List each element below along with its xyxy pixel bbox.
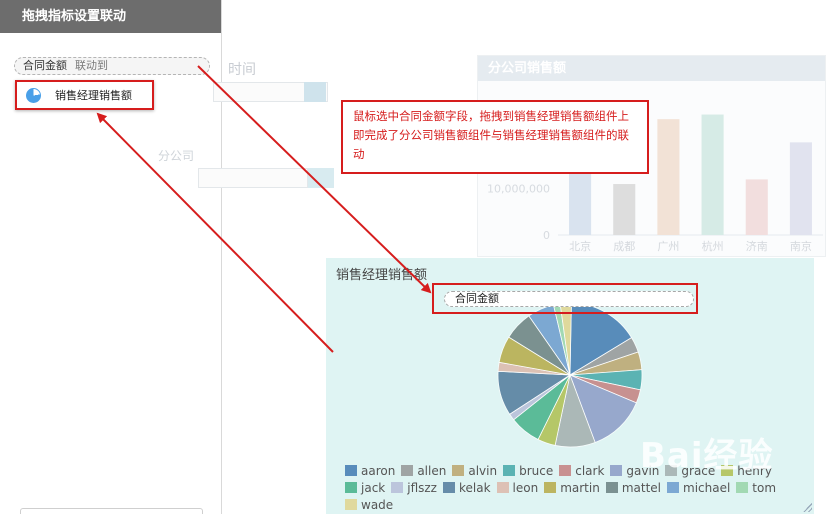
- legend-label: michael: [683, 481, 731, 495]
- legend-item-leon[interactable]: leon: [496, 480, 539, 497]
- resize-handle-icon[interactable]: [803, 503, 812, 512]
- bar-x-tick: 成都: [613, 240, 635, 253]
- legend-swatch: [345, 465, 357, 476]
- bar-成都: [613, 184, 636, 235]
- legend-item-tom[interactable]: tom: [736, 480, 776, 497]
- legend-item-kelak[interactable]: kelak: [442, 480, 491, 497]
- legend-swatch: [559, 465, 572, 476]
- bar-y-tick: 10,000,000: [487, 183, 550, 196]
- legend-label: tom: [752, 481, 777, 495]
- bar-广州: [657, 119, 680, 235]
- left-panel: 拖拽指标设置联动 合同金额 联动到 销售经理销售额: [0, 0, 222, 514]
- legend-label: mattel: [621, 481, 661, 495]
- legend-label: clark: [575, 464, 605, 478]
- legend-swatch: [496, 482, 509, 493]
- instruction-callout: 鼠标选中合同金额字段，拖拽到销售经理销售额组件上即完成了分公司销售额组件与销售经…: [341, 100, 649, 174]
- legend-item-jack[interactable]: jack: [345, 480, 385, 497]
- bar-南京: [789, 142, 812, 235]
- branch-filter-button[interactable]: [308, 168, 334, 188]
- field-name: 合同金额: [23, 59, 67, 72]
- legend-label: aaron: [361, 464, 396, 478]
- link-to-label: 联动到: [75, 59, 108, 72]
- chevron-down-icon[interactable]: [304, 82, 326, 102]
- legend-swatch: [442, 482, 455, 493]
- legend-label: bruce: [519, 464, 554, 478]
- bar-x-tick: 南京: [790, 239, 812, 253]
- pie-chart-icon: [26, 88, 41, 103]
- panel-title: 拖拽指标设置联动: [0, 0, 221, 33]
- legend-label: allen: [417, 464, 447, 478]
- legend-swatch: [605, 482, 618, 493]
- legend-swatch: [345, 482, 357, 493]
- legend-swatch: [391, 482, 404, 493]
- legend-label: martin: [560, 481, 600, 495]
- legend-swatch: [736, 482, 749, 493]
- bar-济南: [745, 179, 768, 235]
- bar-x-tick: 广州: [657, 240, 679, 253]
- link-target-sales-manager[interactable]: 销售经理销售额: [15, 80, 154, 110]
- legend-swatch: [401, 465, 414, 476]
- legend-item-michael[interactable]: michael: [667, 480, 730, 497]
- legend-item-bruce[interactable]: bruce: [503, 463, 553, 480]
- bar-y-tick: 0: [543, 229, 550, 242]
- bar-x-tick: 杭州: [702, 239, 724, 253]
- legend-item-wade[interactable]: wade: [345, 497, 393, 514]
- legend-label: jack: [361, 481, 386, 495]
- legend-item-aaron[interactable]: aaron: [345, 463, 395, 480]
- branch-sales-title: 分公司销售额: [478, 56, 825, 81]
- legend-label: jflszz: [407, 481, 437, 495]
- legend-label: wade: [361, 498, 394, 512]
- legend-swatch: [610, 465, 623, 476]
- legend-item-jflszz[interactable]: jflszz: [391, 480, 437, 497]
- link-target-label: 销售经理销售额: [55, 89, 132, 102]
- dropped-field-pill[interactable]: 合同金额: [444, 291, 694, 307]
- bar-杭州: [701, 114, 724, 235]
- bar-x-tick: 济南: [746, 239, 768, 253]
- legend-label: kelak: [458, 481, 491, 495]
- branch-filter-label: 分公司: [158, 149, 195, 163]
- legend-swatch: [544, 482, 557, 493]
- legend-swatch: [503, 465, 516, 476]
- legend-item-alvin[interactable]: alvin: [452, 463, 497, 480]
- panel-bottom-input[interactable]: [20, 508, 203, 514]
- legend-swatch: [345, 499, 357, 510]
- watermark-logo: Bai经验: [640, 436, 774, 476]
- legend-item-allen[interactable]: allen: [401, 463, 446, 480]
- legend-label: leon: [512, 481, 539, 495]
- dropped-field-highlight: 合同金额: [432, 283, 698, 314]
- branch-filter-input[interactable]: [198, 168, 308, 188]
- legend-item-mattel[interactable]: mattel: [605, 480, 661, 497]
- bar-x-tick: 北京: [569, 239, 591, 253]
- time-filter-label: 时间: [228, 62, 256, 78]
- contract-amount-field[interactable]: 合同金额 联动到: [14, 57, 210, 75]
- legend-label: alvin: [468, 464, 498, 478]
- legend-item-martin[interactable]: martin: [544, 480, 600, 497]
- legend-swatch: [452, 465, 465, 476]
- legend-swatch: [667, 482, 679, 493]
- legend-item-clark[interactable]: clark: [559, 463, 604, 480]
